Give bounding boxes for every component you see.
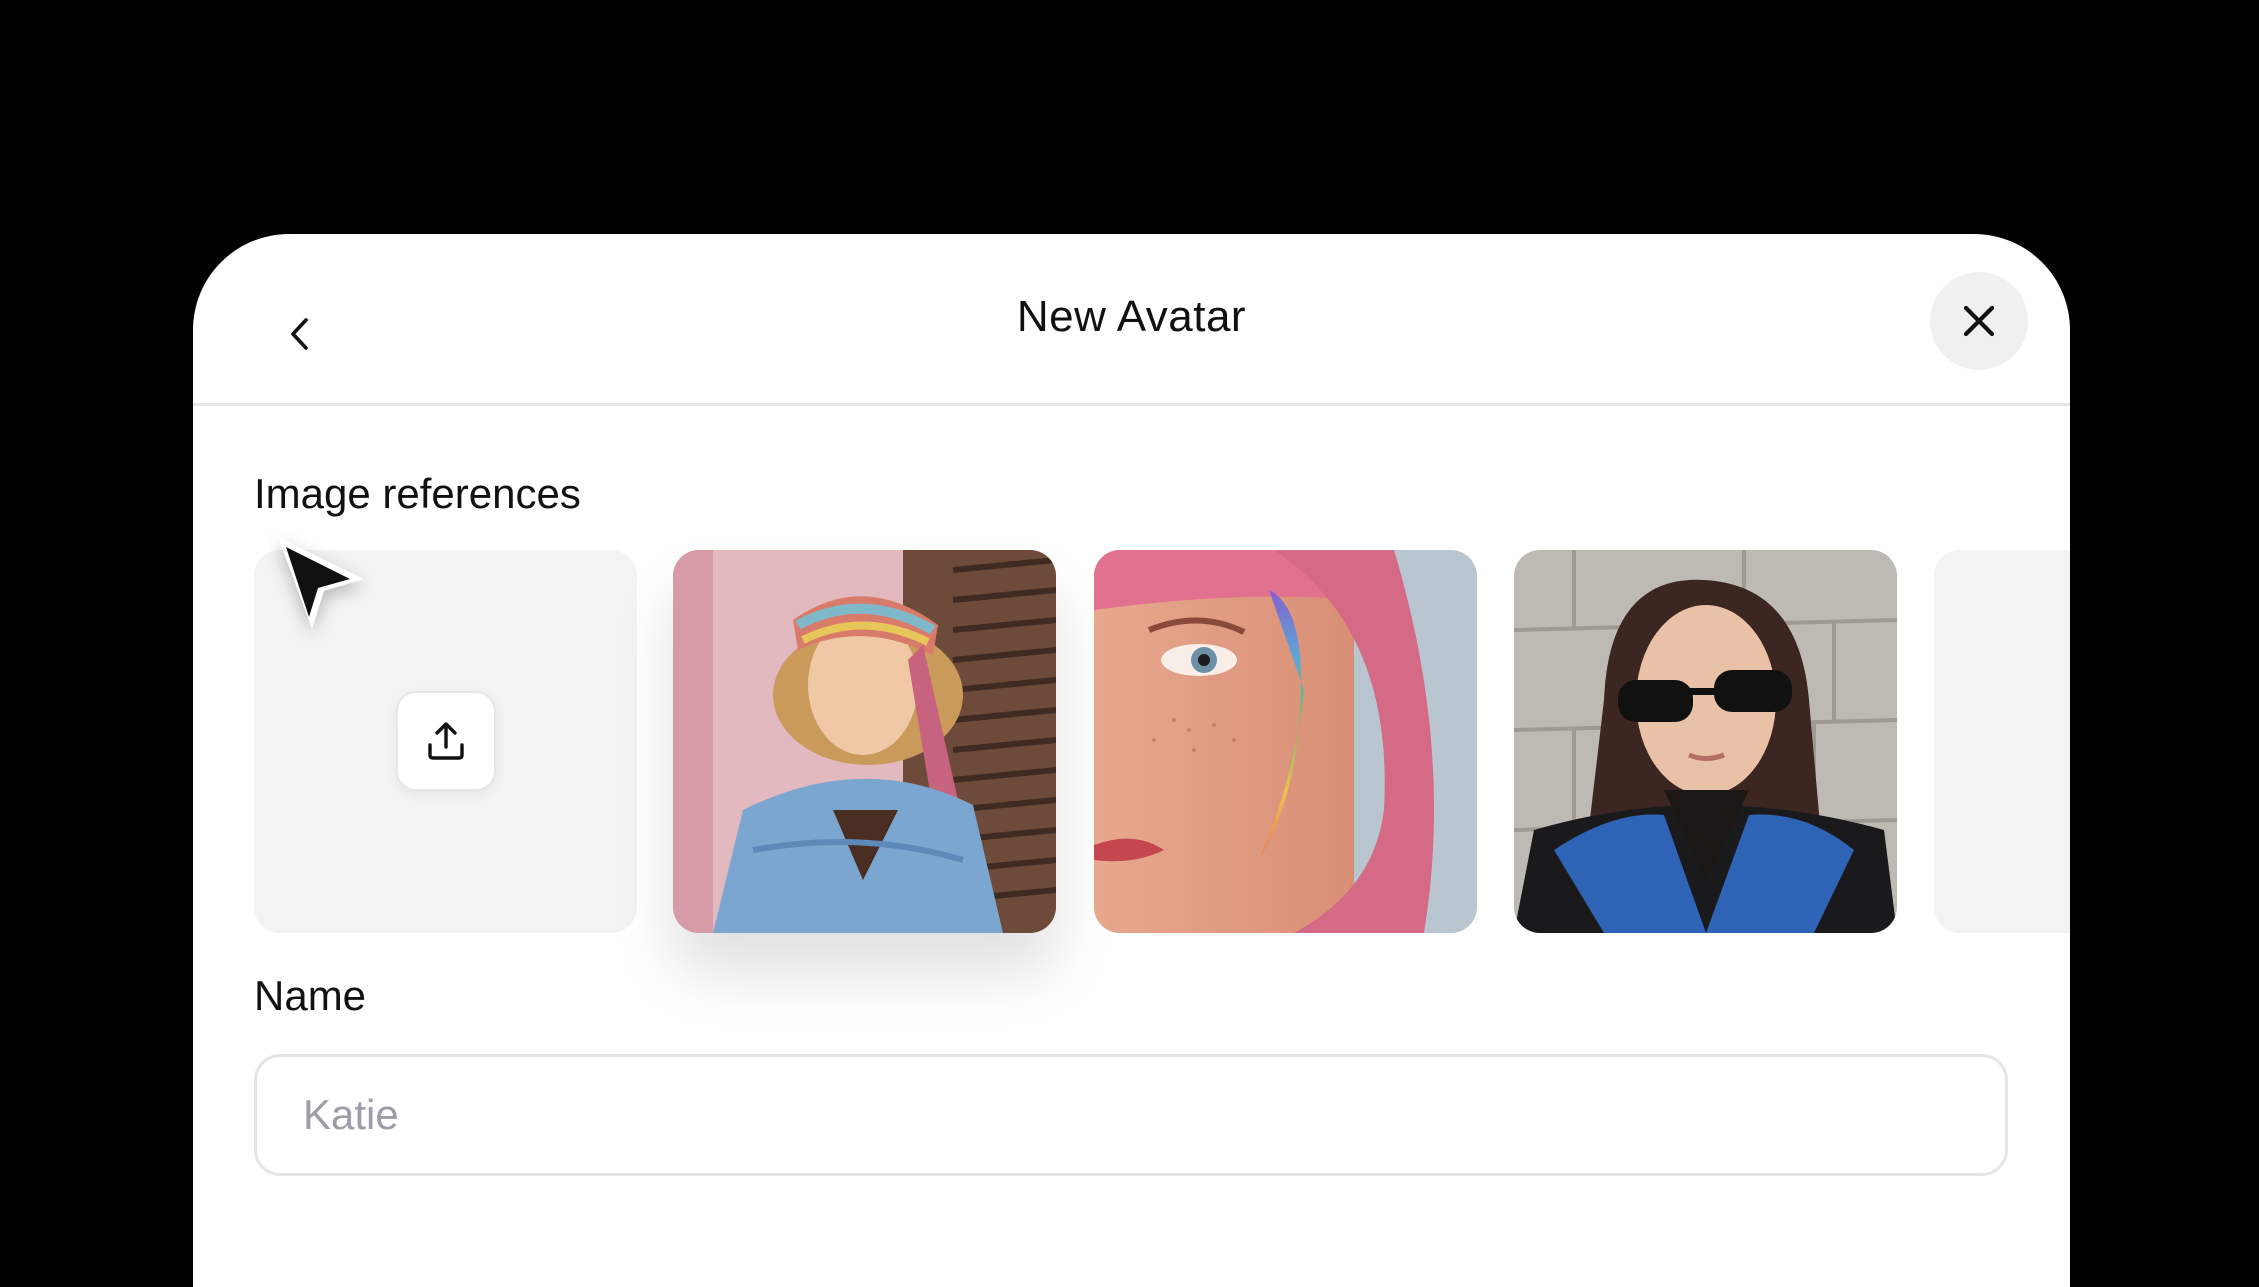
reference-photo-sunglasses-woman (1514, 550, 1897, 933)
upload-icon (428, 722, 464, 760)
mouse-cursor-icon (278, 537, 364, 629)
reference-image-3[interactable] (1514, 550, 1897, 933)
reference-image-2[interactable] (1094, 550, 1477, 933)
reference-image-next[interactable] (1934, 550, 2070, 933)
name-label: Name (254, 972, 367, 1019)
new-avatar-dialog: New Avatar Image references Name Katie (193, 234, 2070, 1287)
close-button[interactable] (1930, 272, 2028, 370)
screen: New Avatar Image references Name Katie (0, 0, 2259, 1287)
name-input[interactable] (254, 1054, 2008, 1176)
image-references-label: Image references (254, 470, 581, 517)
close-icon (1963, 305, 1995, 337)
dialog-header: New Avatar (193, 234, 2070, 406)
reference-photo-headscarf-woman (673, 550, 1056, 933)
reference-photo-pink-hair-woman (1094, 550, 1477, 933)
reference-image-1[interactable] (673, 550, 1056, 933)
dialog-title: New Avatar (1016, 292, 1247, 341)
upload-button[interactable] (396, 691, 496, 791)
